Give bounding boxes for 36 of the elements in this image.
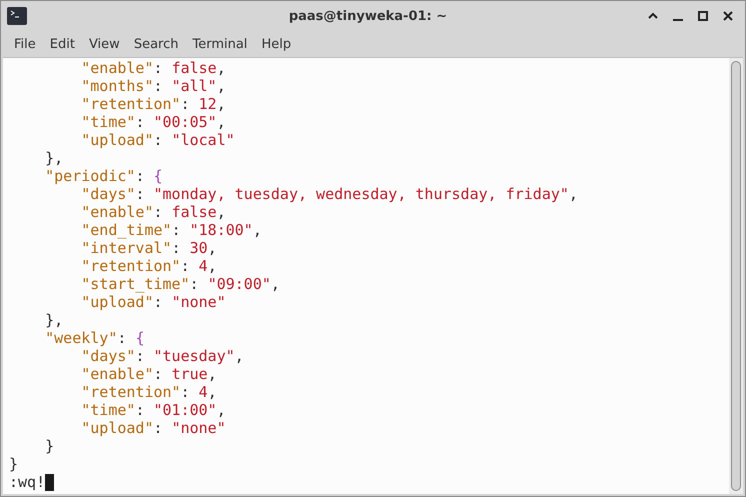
code-line: "upload": "local" [80,131,236,149]
code-line: "time": "00:05", [80,113,227,131]
code-line: } [9,455,20,473]
command-line[interactable]: :wq! [9,473,46,491]
code-line: "days": "tuesday", [80,347,245,365]
code-line: "upload": "none" [80,419,227,437]
code-line: "end_time": "18:00", [80,221,263,239]
menu-item[interactable]: File [7,34,43,54]
terminal-icon [7,7,27,25]
menu-item[interactable]: Terminal [185,34,254,54]
cursor [45,474,54,490]
code-line: "enable": true, [80,365,218,383]
code-line: "retention": 12, [80,95,227,113]
menu-item[interactable]: View [82,34,127,54]
minimize-icon [673,19,683,21]
code-line: "periodic": { [44,167,164,185]
code-line: "interval": 30, [80,239,218,257]
window-title: paas@tinyweka-01: ~ [288,8,448,24]
close-icon [722,10,734,22]
code-line: "enable": false, [80,203,227,221]
code-line: }, [44,149,64,167]
code-line: "enable": false, [80,59,227,77]
code-line: } [44,437,56,455]
menu-item[interactable]: Edit [42,34,82,54]
menu-item[interactable]: Search [126,34,186,54]
code-line: "weekly": { [44,329,146,347]
menu-item[interactable]: Help [254,34,298,54]
code-line: "months": "all", [80,77,227,95]
maximize-icon [697,10,709,22]
code-line: "days": "monday, tuesday, wednesday, thursday, friday", [80,185,579,203]
code-line: "retention": 4, [80,257,218,275]
code-line: }, [44,311,64,329]
code-line: "retention": 4, [80,383,218,401]
code-line: "time": "01:00", [80,401,227,419]
code-line: "upload": "none" [80,293,227,311]
code-line: "start_time": "09:00", [80,275,281,293]
